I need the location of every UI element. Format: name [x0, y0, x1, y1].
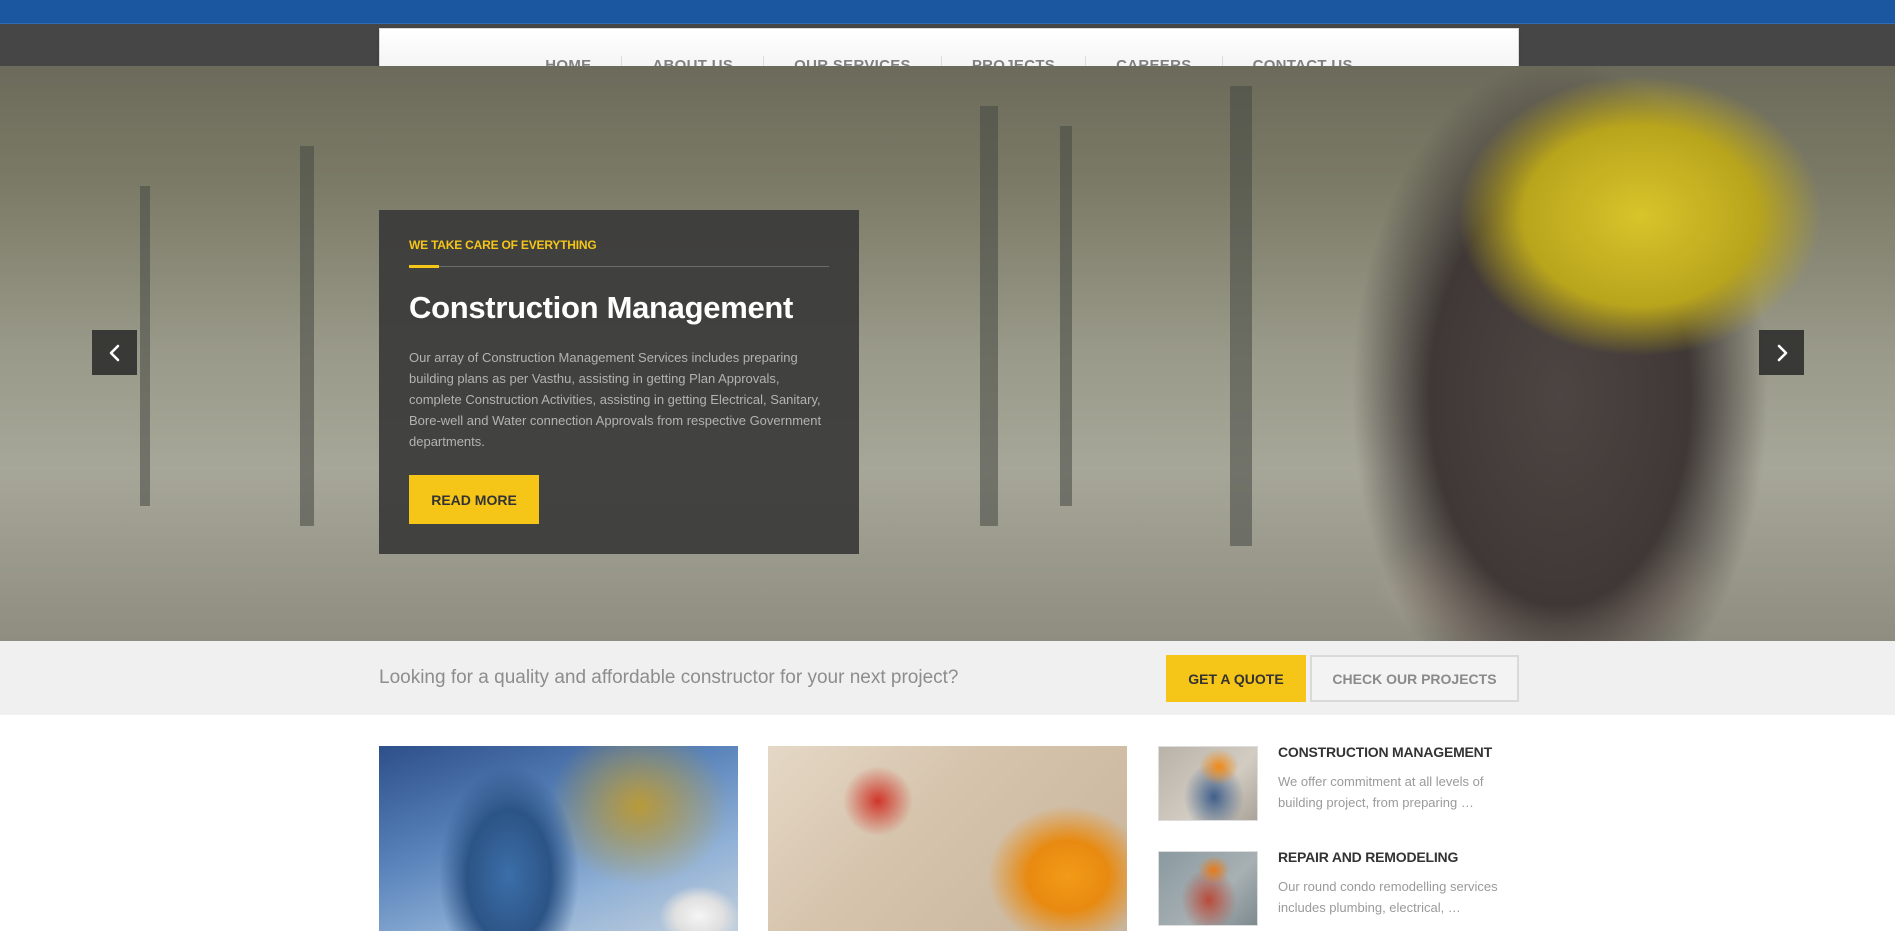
service-thumbnail-repair-remodeling[interactable]	[1158, 851, 1258, 926]
read-more-button[interactable]: READ MORE	[409, 475, 539, 524]
chevron-left-icon	[109, 344, 119, 361]
chevron-right-icon	[1777, 344, 1787, 361]
hero-background-detail	[140, 186, 150, 506]
service-title-repair-remodeling[interactable]: REPAIR AND REMODELING	[1278, 849, 1458, 865]
feature-image-construction[interactable]	[379, 746, 738, 931]
hero-background-detail	[1060, 126, 1072, 506]
get-a-quote-button[interactable]: GET A QUOTE	[1166, 655, 1306, 702]
check-our-projects-button[interactable]: CHECK OUR PROJECTS	[1310, 655, 1519, 702]
slider-next-button[interactable]	[1759, 330, 1804, 375]
service-text-repair-remodeling: Our round condo remodelling services inc…	[1278, 879, 1498, 915]
hero-background-detail	[980, 106, 998, 526]
tagline-divider-accent	[409, 265, 439, 268]
top-bar	[0, 0, 1895, 24]
slider-prev-button[interactable]	[92, 330, 137, 375]
service-thumbnail-construction-management[interactable]	[1158, 746, 1258, 821]
hero-title: Construction Management	[409, 290, 794, 325]
service-title-construction-management[interactable]: CONSTRUCTION MANAGEMENT	[1278, 744, 1492, 760]
hero-caption-panel: WE TAKE CARE OF EVERYTHING Construction …	[379, 210, 859, 554]
hero-tagline: WE TAKE CARE OF EVERYTHING	[409, 238, 597, 252]
cta-text: Looking for a quality and affordable con…	[379, 667, 959, 688]
feature-image-workers[interactable]	[768, 746, 1127, 931]
tagline-divider	[409, 266, 829, 267]
hero-background-detail	[300, 146, 314, 526]
cta-bar: Looking for a quality and affordable con…	[0, 641, 1895, 715]
hero-description: Our array of Construction Management Ser…	[409, 350, 822, 449]
service-text-construction-management: We offer commitment at all levels of bui…	[1278, 774, 1484, 810]
hero-background-detail	[1230, 86, 1252, 546]
hero-slider: WE TAKE CARE OF EVERYTHING Construction …	[0, 66, 1895, 641]
